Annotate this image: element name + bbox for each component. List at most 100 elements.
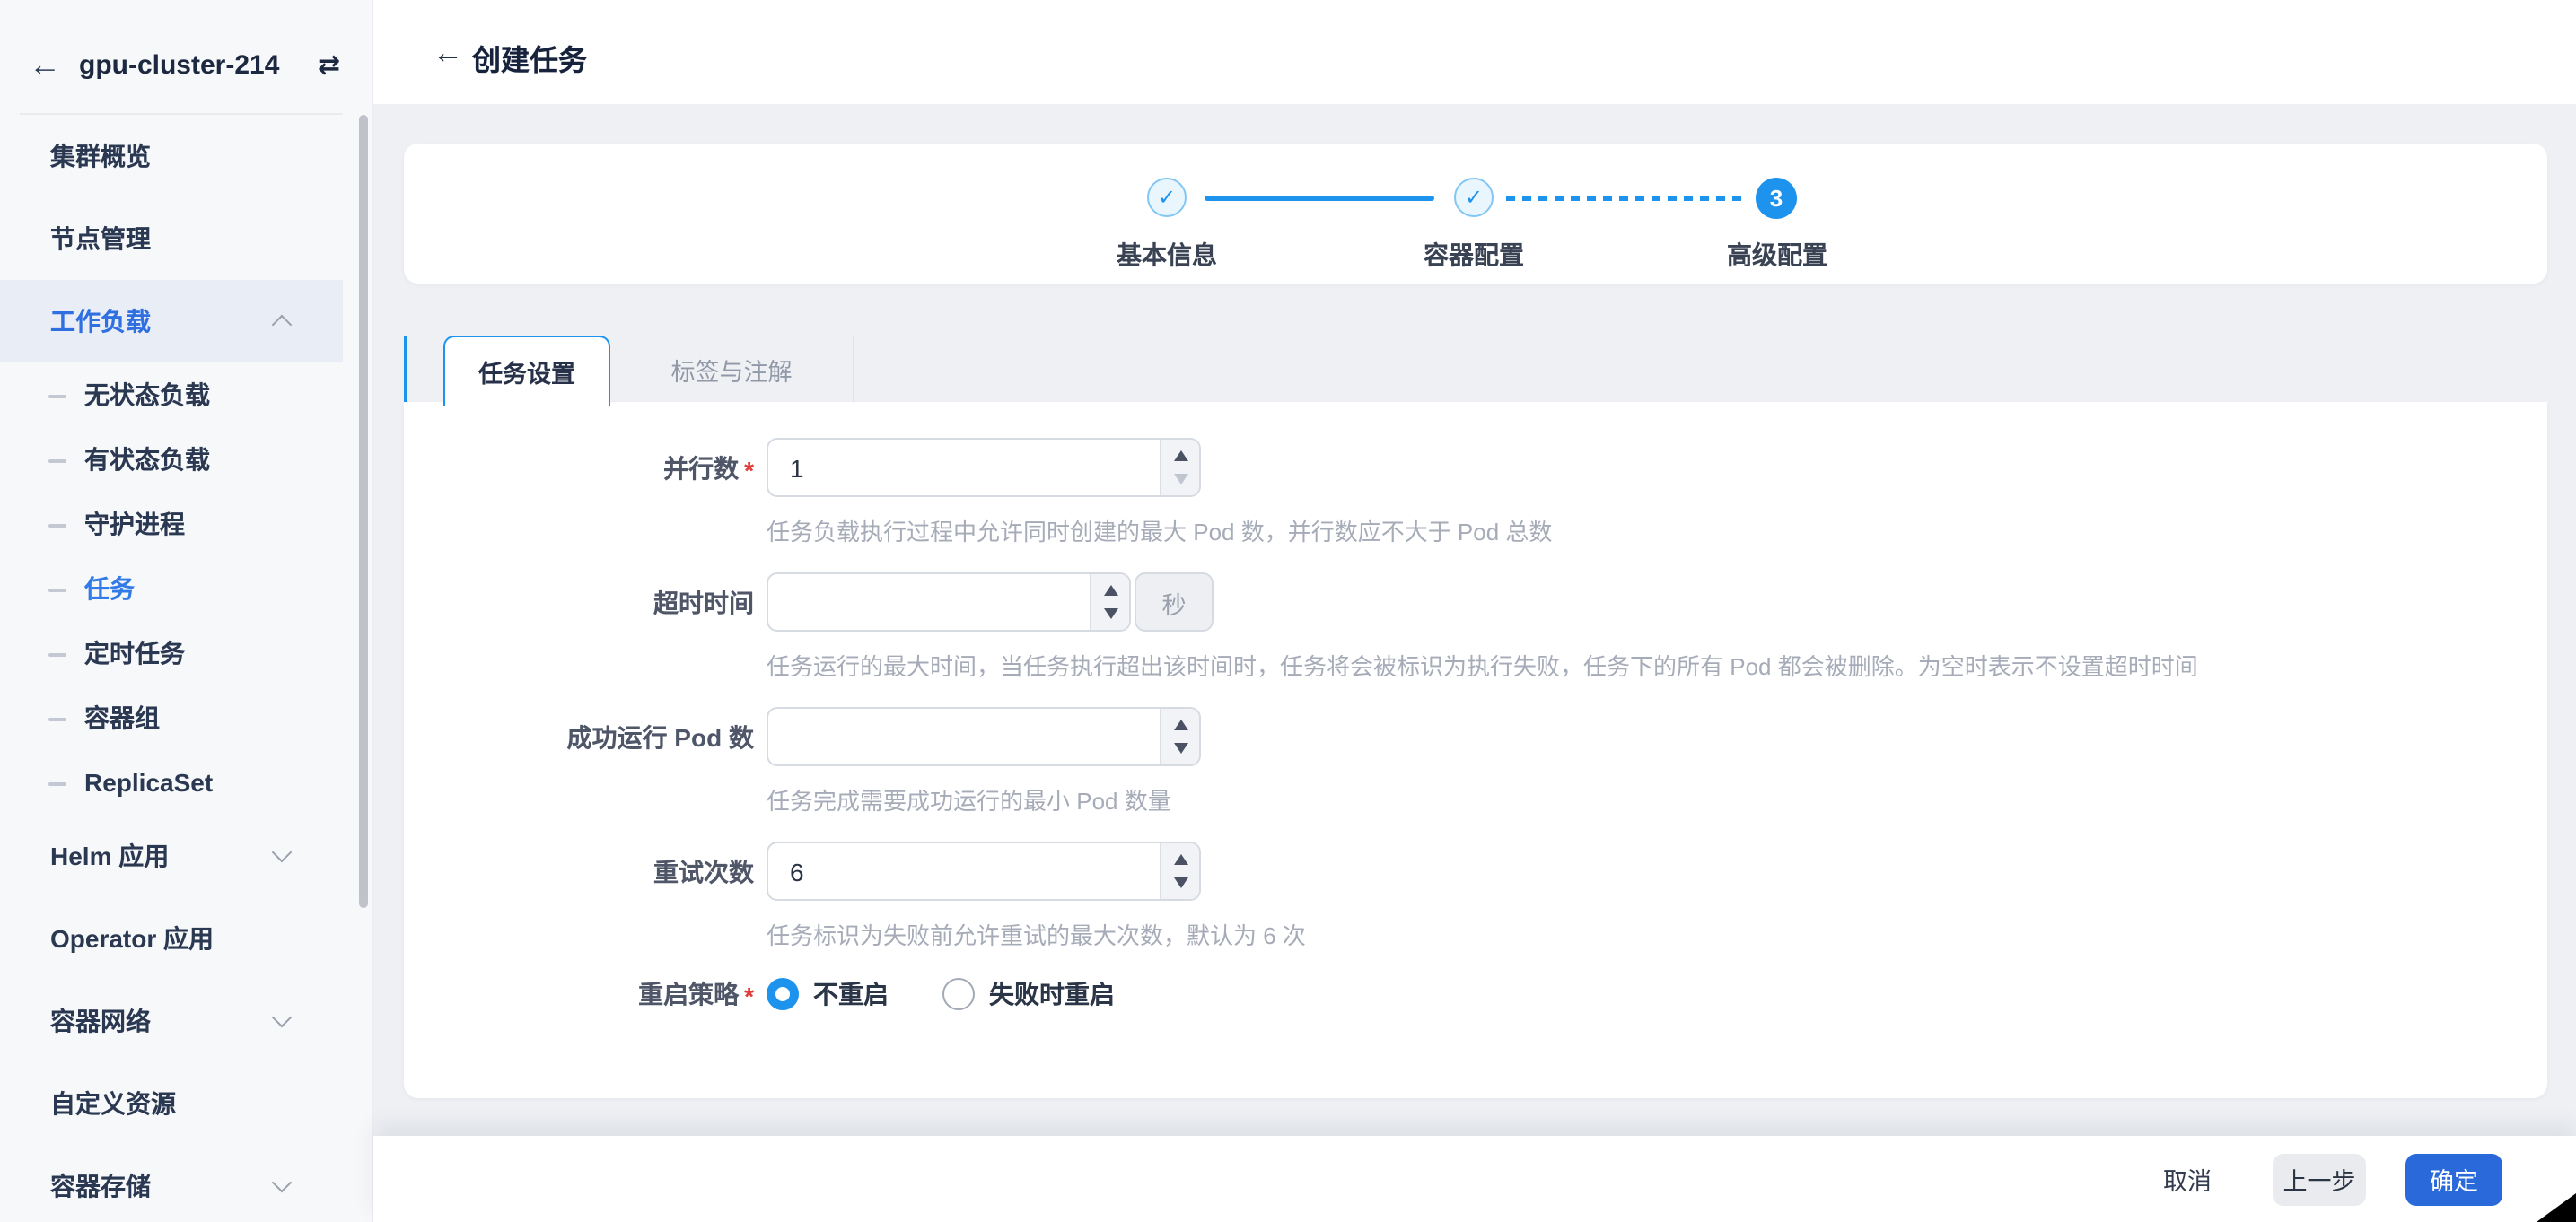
parallelism-input[interactable]	[767, 438, 1201, 497]
sidebar-item-label: Helm 应用	[50, 838, 169, 874]
number-stepper[interactable]	[1160, 709, 1199, 764]
completions-input[interactable]	[767, 707, 1201, 766]
form-group-completions: 成功运行 Pod 数 任务完成需要成功运行的最小 Pod 数量	[404, 707, 2547, 816]
sidebar-item-operator-apps[interactable]: Operator 应用	[0, 897, 343, 980]
sidebar-item-container-network[interactable]: 容器网络	[0, 980, 343, 1062]
stepper-up-icon[interactable]	[1173, 720, 1187, 730]
chevron-down-icon	[272, 1173, 293, 1193]
form-group-backoff-limit: 重试次数 任务标识为失败前允许重试的最大次数，默认为 6 次	[404, 842, 2547, 951]
tab-labels-annotations[interactable]: 标签与注解	[610, 336, 854, 402]
stepper-down-icon[interactable]	[1173, 877, 1187, 888]
sidebar-item-replicaset[interactable]: ReplicaSet	[0, 750, 343, 815]
mouse-cursor	[2537, 1193, 2576, 1222]
sidebar-item-label: 定时任务	[84, 635, 185, 671]
step-1-label: 基本信息	[1104, 237, 1230, 273]
sidebar-item-cronjobs[interactable]: 定时任务	[0, 621, 343, 685]
form-card: 并行数 * 任务负载执行过程中允许同时创建的最大 Pod 数，并行	[404, 402, 2547, 1098]
wizard-stepper: ✓ ✓ 3 基本信息 容器配置 高级配置	[404, 144, 2547, 284]
cancel-button[interactable]: 取消	[2163, 1161, 2212, 1197]
completions-input-field[interactable]	[768, 709, 1199, 764]
sidebar-item-statefulsets[interactable]: 有状态负载	[0, 427, 343, 492]
field-help-text: 任务标识为失败前允许重试的最大次数，默认为 6 次	[767, 917, 2547, 951]
sidebar-menu: 集群概览 节点管理 工作负载 无状态负载 有状态负载 守护进程 任务 定时任务 …	[0, 115, 373, 1222]
retry-input-field[interactable]	[768, 843, 1199, 899]
stepper-up-icon[interactable]	[1173, 450, 1187, 461]
confirm-button[interactable]: 确定	[2405, 1153, 2502, 1205]
sidebar-item-cluster-overview[interactable]: 集群概览	[0, 115, 343, 197]
sidebar-item-workloads[interactable]: 工作负载	[0, 280, 343, 362]
parallelism-input-field[interactable]	[768, 440, 1199, 495]
field-label: 成功运行 Pod 数	[567, 719, 754, 755]
radio-option-restart-on-failure[interactable]: 失败时重启	[942, 976, 1115, 1012]
field-help-text: 任务运行的最大时间，当任务执行超出该时间时，任务将会被标识为执行失败，任务下的所…	[767, 648, 2547, 682]
sidebar-item-label: 自定义资源	[50, 1086, 176, 1122]
back-icon[interactable]: ←	[29, 47, 61, 83]
timeout-input-field[interactable]	[768, 574, 1129, 630]
sidebar-item-label: 容器组	[84, 700, 160, 736]
sidebar-item-node-management[interactable]: 节点管理	[0, 197, 343, 280]
main-area: ← 创建任务 ✓ ✓ 3 基本信息 容器配置 高级配置 任务设置 标签与注解	[373, 0, 2576, 1222]
previous-step-button[interactable]: 上一步	[2273, 1153, 2366, 1205]
step-number: 3	[1770, 185, 1783, 212]
field-label: 重试次数	[653, 853, 754, 889]
step-2-label: 容器配置	[1411, 237, 1537, 273]
timeout-input[interactable]	[767, 572, 1131, 632]
stepper-card: ✓ ✓ 3 基本信息 容器配置 高级配置	[404, 144, 2547, 284]
stepper-up-icon[interactable]	[1103, 585, 1117, 596]
wizard-footer: 取消 上一步 确定	[373, 1136, 2576, 1222]
form-group-parallelism: 并行数 * 任务负载执行过程中允许同时创建的最大 Pod 数，并行	[404, 438, 2547, 547]
number-stepper[interactable]	[1160, 440, 1199, 495]
stepper-down-icon[interactable]	[1173, 743, 1187, 754]
field-help-text: 任务完成需要成功运行的最小 Pod 数量	[767, 782, 2547, 816]
chevron-down-icon	[272, 842, 293, 863]
back-icon[interactable]: ←	[433, 36, 463, 72]
sidebar-item-label: 容器网络	[50, 1003, 151, 1039]
sidebar-item-custom-resources[interactable]: 自定义资源	[0, 1062, 343, 1145]
sidebar-item-label: ReplicaSet	[84, 768, 213, 797]
switch-cluster-icon[interactable]: ⇄	[318, 48, 340, 81]
sidebar-item-jobs[interactable]: 任务	[0, 556, 343, 621]
sidebar-item-label: 守护进程	[84, 506, 185, 542]
check-icon: ✓	[1465, 185, 1483, 210]
check-icon: ✓	[1158, 185, 1176, 210]
retry-input[interactable]	[767, 842, 1201, 901]
page-header: ← 创建任务	[373, 0, 2576, 104]
tab-job-settings[interactable]: 任务设置	[443, 336, 610, 406]
field-label: 超时时间	[653, 584, 754, 620]
sidebar: ← gpu-cluster-214 ⇄ 集群概览 节点管理 工作负载 无状态负载…	[0, 0, 373, 1222]
sidebar-item-label: 任务	[84, 571, 135, 607]
sidebar-item-daemonsets[interactable]: 守护进程	[0, 492, 343, 556]
step-3-label: 高级配置	[1714, 237, 1840, 273]
sidebar-item-label: 集群概览	[50, 138, 151, 174]
field-label: 重启策略	[638, 976, 739, 1012]
number-stepper[interactable]	[1090, 574, 1129, 630]
page-title: 创建任务	[472, 36, 587, 79]
form-group-restart-policy: 重启策略 * 不重启 失败时重启	[404, 976, 2547, 1012]
form-group-timeout: 超时时间 秒 任务运行的最大时间，当任务执行超出该时间时，任务将会	[404, 572, 2547, 682]
sidebar-item-helm-apps[interactable]: Helm 应用	[0, 815, 343, 897]
sidebar-item-pods[interactable]: 容器组	[0, 685, 343, 750]
sidebar-item-label: 工作负载	[50, 303, 151, 339]
stepper-up-icon[interactable]	[1173, 854, 1187, 865]
stepper-down-icon[interactable]	[1103, 608, 1117, 619]
sidebar-scrollbar[interactable]	[359, 115, 368, 908]
cluster-title: gpu-cluster-214	[79, 50, 279, 81]
sidebar-item-label: 容器存储	[50, 1168, 151, 1204]
number-stepper[interactable]	[1160, 843, 1199, 899]
sidebar-header: ← gpu-cluster-214 ⇄	[0, 0, 372, 113]
sidebar-item-label: 有状态负载	[84, 441, 210, 477]
tab-bar: 任务设置 标签与注解	[404, 336, 2547, 402]
radio-unselected-icon[interactable]	[942, 978, 975, 1010]
step-connector-dashed	[1506, 196, 1741, 201]
chevron-up-icon	[272, 315, 293, 336]
radio-option-never-restart[interactable]: 不重启	[767, 976, 889, 1012]
step-3-badge: 3	[1756, 178, 1797, 219]
unit-addon-seconds: 秒	[1135, 572, 1214, 632]
field-label: 并行数	[663, 450, 739, 485]
sidebar-item-deployments[interactable]: 无状态负载	[0, 362, 343, 427]
radio-selected-icon[interactable]	[767, 978, 799, 1010]
sidebar-item-container-storage[interactable]: 容器存储	[0, 1145, 343, 1222]
radio-label: 不重启	[813, 976, 889, 1012]
stepper-down-icon[interactable]	[1173, 474, 1187, 484]
required-asterisk: *	[744, 982, 754, 1010]
